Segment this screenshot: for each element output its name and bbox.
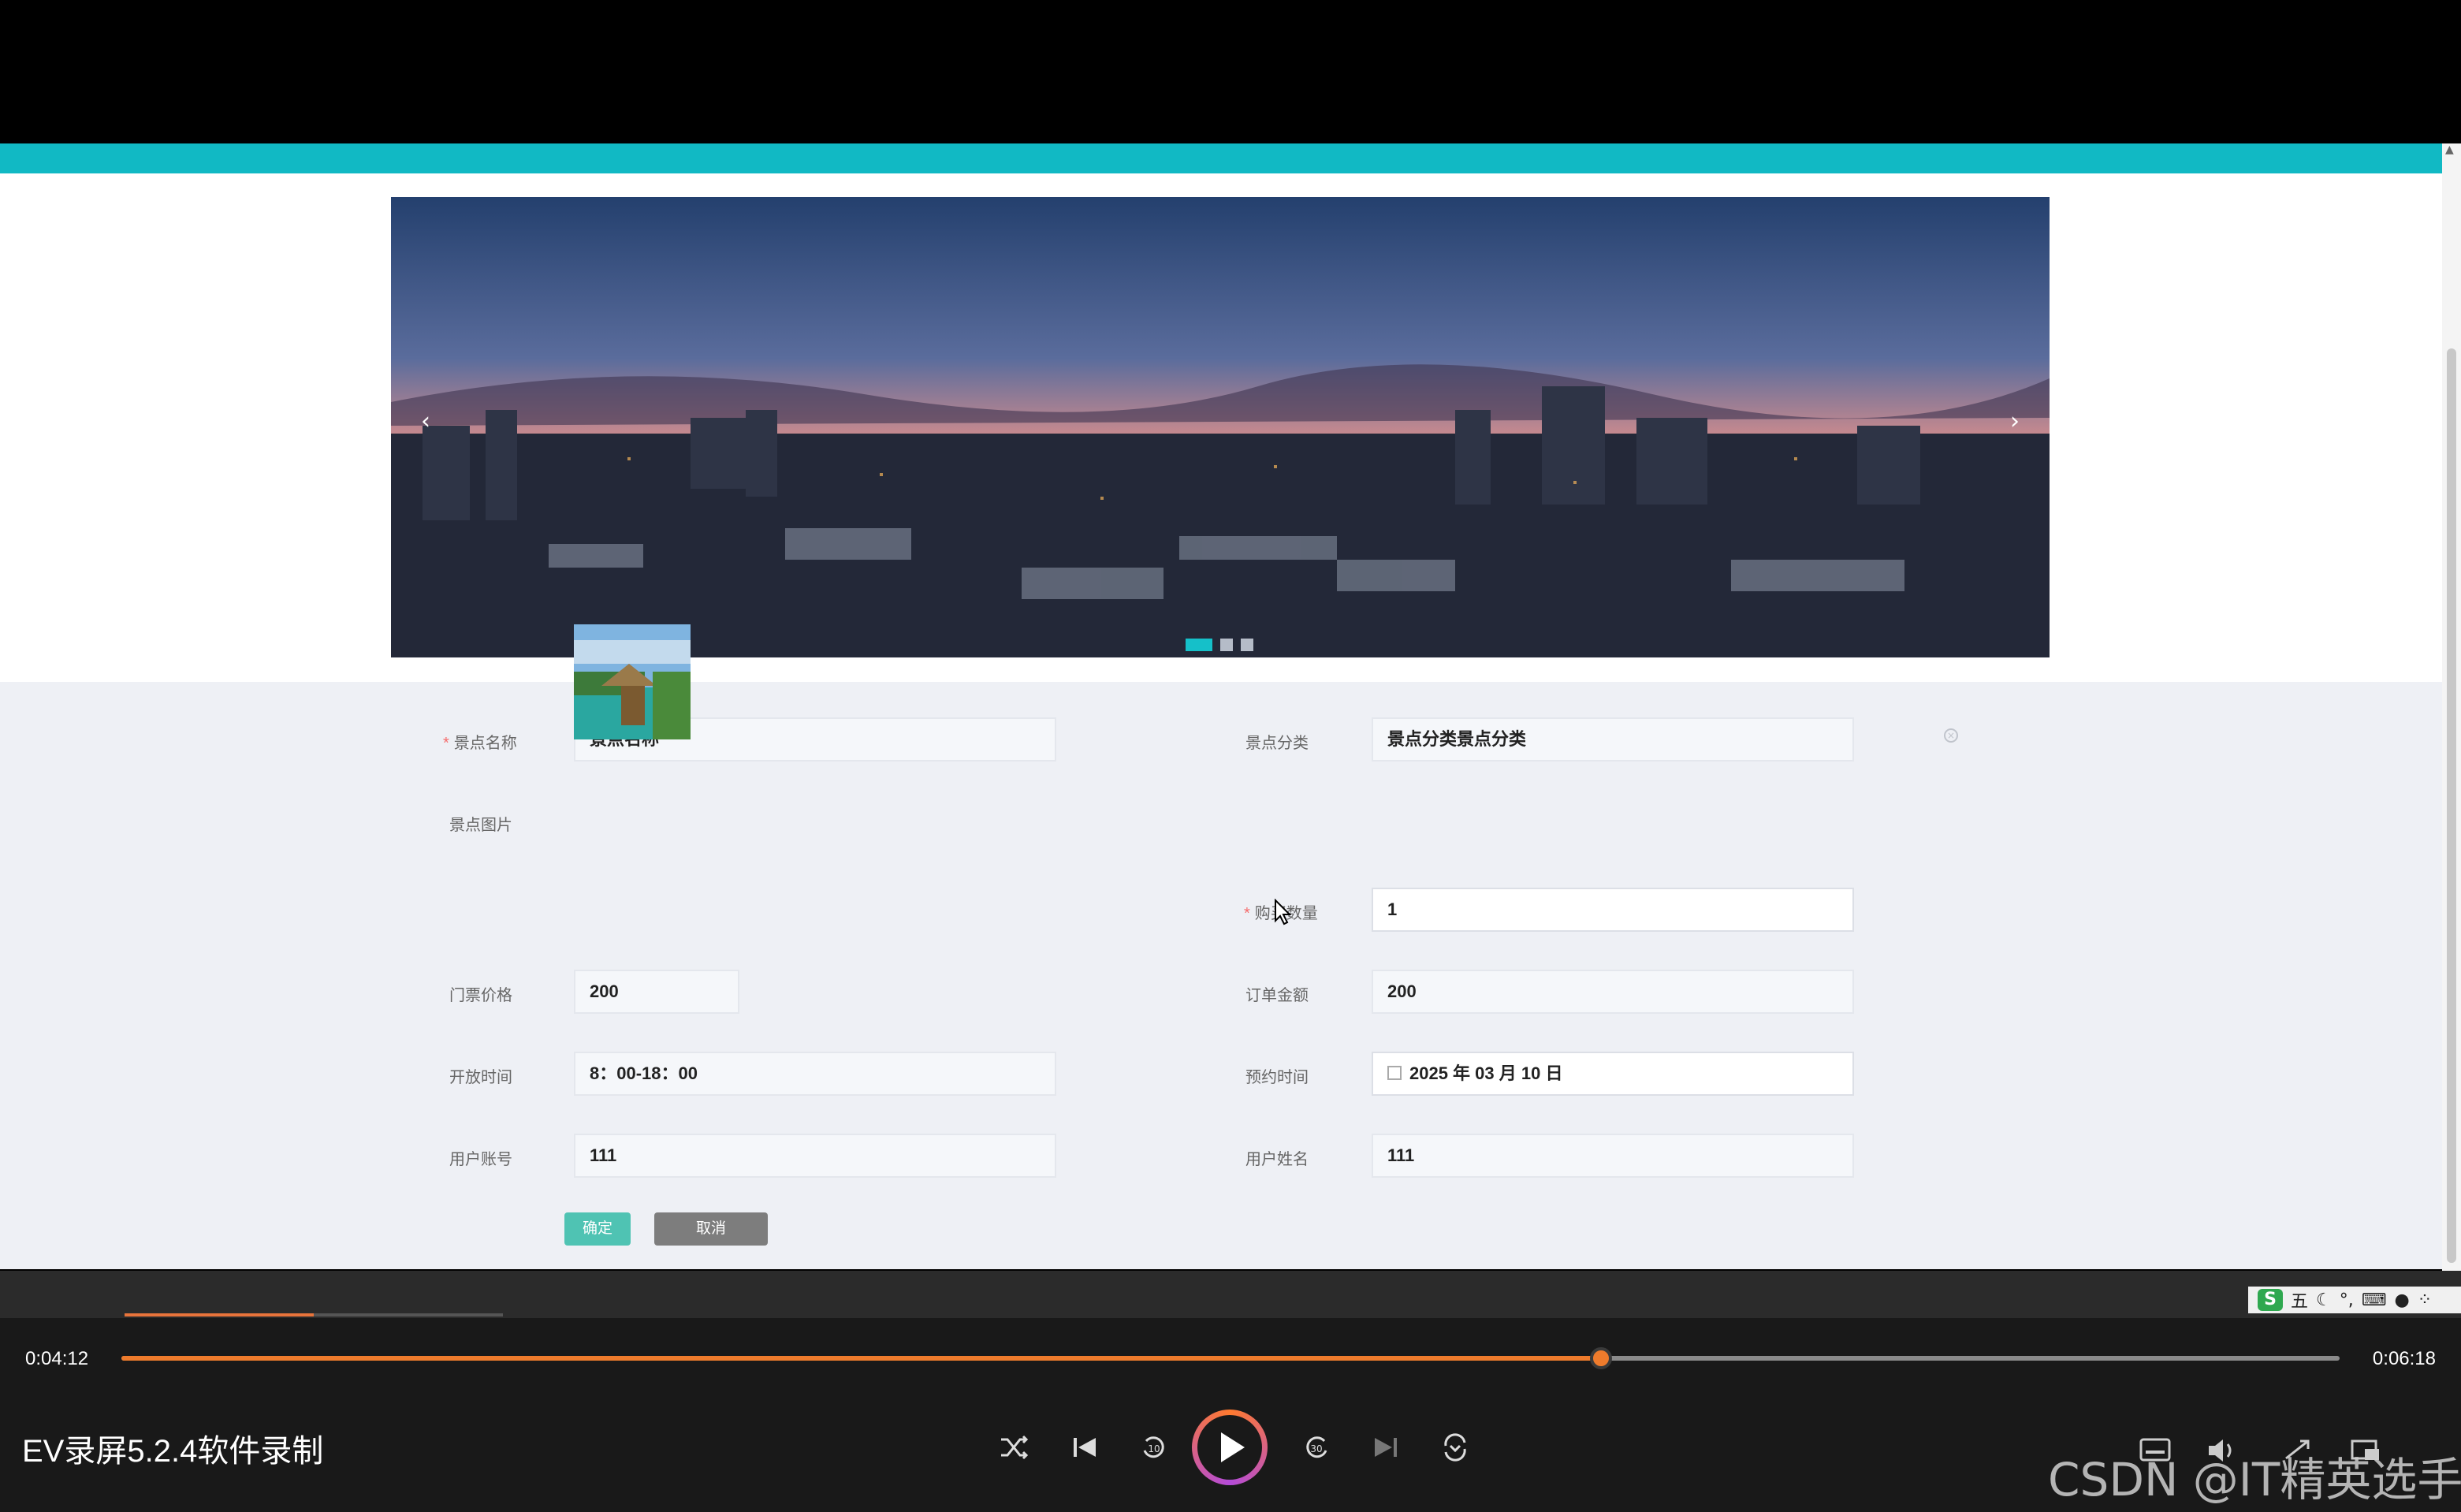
calendar-icon: [1387, 1066, 1402, 1081]
loop-icon[interactable]: [1438, 1430, 1473, 1465]
mouse-cursor-icon: [1275, 899, 1291, 925]
open-time-label: 开放时间: [449, 1069, 512, 1086]
spot-category-field[interactable]: 景点分类景点分类: [1372, 717, 1854, 762]
csdn-watermark: CSDN @IT精英选手: [2048, 1453, 2461, 1506]
punctuation-icon: °,: [2339, 1290, 2354, 1310]
video-bottom-strip: S 五 ☾ °, ⌨ ● ⁘: [0, 1271, 2461, 1318]
carousel-dot[interactable]: [1186, 639, 1212, 651]
recording-title: EV录屏5.2.4软件录制: [22, 1434, 324, 1469]
spot-category-label: 景点分类: [1245, 735, 1309, 752]
web-page: ‹ ›: [0, 173, 2442, 1269]
seek-bar-fill: [121, 1356, 1601, 1361]
carousel-prev-arrow[interactable]: ‹: [421, 410, 430, 434]
seek-knob[interactable]: [1589, 1347, 1612, 1369]
banner-area: ‹ ›: [0, 173, 2442, 682]
next-icon[interactable]: [1368, 1430, 1403, 1465]
play-button[interactable]: [1192, 1410, 1268, 1485]
carousel-next-arrow[interactable]: ›: [2010, 410, 2020, 434]
user-account-label: 用户账号: [449, 1151, 512, 1168]
shuffle-icon[interactable]: [996, 1430, 1031, 1465]
svg-text:10: 10: [1148, 1443, 1160, 1454]
page-scrollbar[interactable]: ▲: [2442, 143, 2461, 1271]
city-skyline-image: [391, 197, 2050, 657]
sogou-logo-icon: S: [2258, 1289, 2283, 1311]
order-amount-field[interactable]: 200: [1372, 970, 1854, 1014]
black-letterbox-top: [0, 0, 2461, 143]
carousel-dot[interactable]: [1241, 639, 1253, 651]
ticket-price-field[interactable]: 200: [574, 970, 739, 1014]
keyboard-icon: ⌨: [2361, 1290, 2387, 1310]
ime-mode-label: 五: [2291, 1292, 2309, 1312]
required-mark: *: [443, 735, 449, 752]
svg-text:30: 30: [1310, 1443, 1322, 1454]
cancel-button[interactable]: 取消: [654, 1212, 768, 1246]
grid-icon: ⁘: [2417, 1290, 2433, 1310]
video-player-controls: 0:04:12 0:06:18 EV录屏5.2.4软件录制 10 30 CSDN…: [0, 1318, 2461, 1512]
quantity-input[interactable]: 1: [1372, 888, 1854, 932]
site-header-bar: [0, 143, 2442, 173]
rewind-10-icon[interactable]: 10: [1137, 1430, 1171, 1465]
user-icon: ●: [2394, 1290, 2410, 1310]
carousel-indicators: [1186, 639, 1253, 651]
user-name-field[interactable]: 111: [1372, 1134, 1854, 1178]
play-button-inner: [1197, 1415, 1262, 1480]
carousel-banner[interactable]: ‹ ›: [391, 197, 2050, 657]
carousel-dot[interactable]: [1220, 639, 1233, 651]
moon-icon: ☾: [2316, 1290, 2332, 1310]
spot-name-label: * 景点名称: [443, 730, 517, 753]
previous-icon[interactable]: [1067, 1430, 1102, 1465]
booking-time-value: 2025 年 03 月 10 日: [1409, 1063, 1563, 1083]
current-time: 0:04:12: [25, 1348, 89, 1369]
ticket-price-label: 门票价格: [449, 987, 512, 1004]
forward-30-icon[interactable]: 30: [1299, 1430, 1334, 1465]
booking-time-picker[interactable]: 2025 年 03 月 10 日: [1372, 1052, 1854, 1096]
user-account-field[interactable]: 111: [574, 1134, 1056, 1178]
order-amount-label: 订单金额: [1245, 987, 1309, 1004]
scrollbar-thumb[interactable]: [2447, 348, 2456, 1263]
seek-bar[interactable]: [121, 1347, 2340, 1369]
play-icon: [1221, 1432, 1245, 1462]
mini-progress-bar: [125, 1313, 503, 1316]
spot-image-thumbnail[interactable]: [574, 624, 691, 739]
booking-time-label: 预约时间: [1245, 1069, 1309, 1086]
required-mark: *: [1244, 905, 1250, 922]
spot-name-label-text: 景点名称: [453, 735, 517, 752]
confirm-button[interactable]: 确定: [564, 1212, 631, 1246]
clear-icon[interactable]: ×: [1944, 728, 1958, 743]
mini-progress-fill: [125, 1313, 314, 1316]
spot-image-label: 景点图片: [449, 817, 512, 834]
open-time-field[interactable]: 8：00-18：00: [574, 1052, 1056, 1096]
ime-toolbar[interactable]: S 五 ☾ °, ⌨ ● ⁘: [2248, 1287, 2461, 1313]
scroll-up-icon[interactable]: ▲: [2445, 143, 2454, 156]
user-name-label: 用户姓名: [1245, 1151, 1309, 1168]
total-time: 0:06:18: [2372, 1348, 2436, 1369]
